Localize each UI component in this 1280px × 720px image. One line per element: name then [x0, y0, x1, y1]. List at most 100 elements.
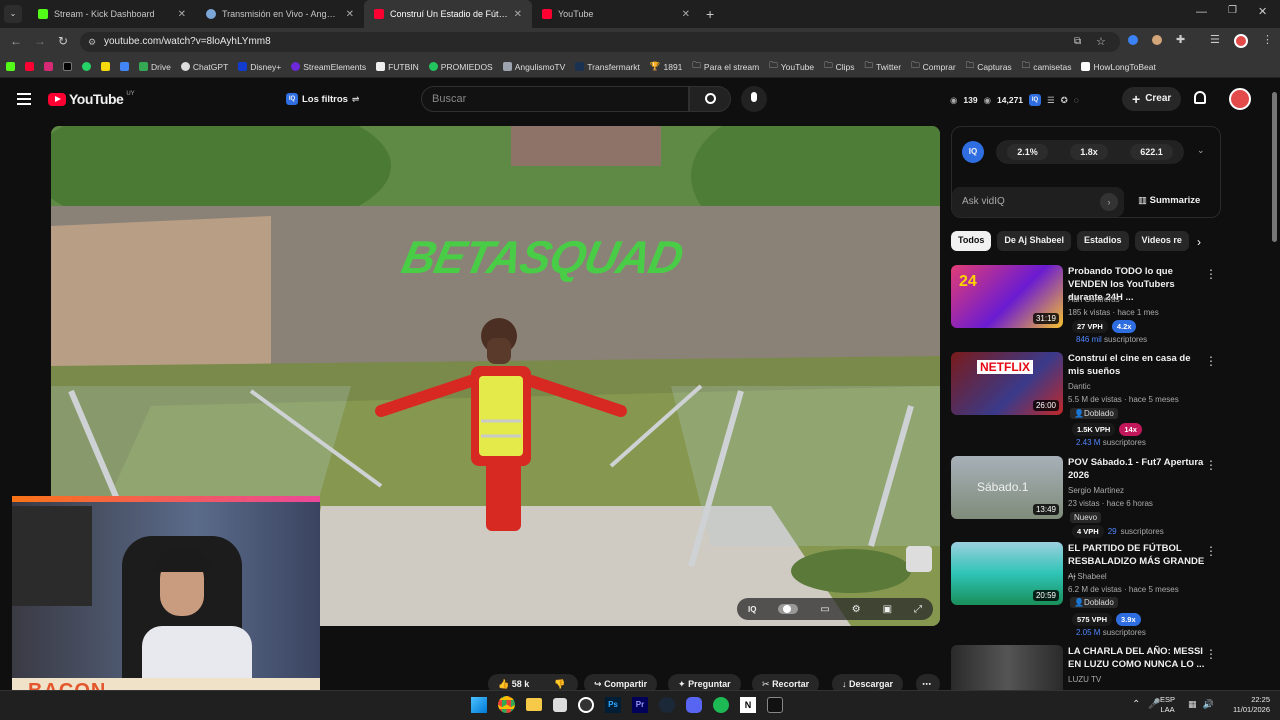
bookmark-disney[interactable]: Disney+ — [238, 62, 281, 72]
tab-search-button[interactable]: ⌄ — [4, 5, 22, 23]
video-thumbnail[interactable]: NETFLIX 26:00 — [951, 352, 1063, 415]
bookmark-youtube-icon[interactable] — [25, 62, 34, 71]
browser-tab-transmision[interactable]: Transmisión en Vivo - Angulismo ✕ — [196, 0, 364, 28]
search-button[interactable] — [689, 86, 731, 112]
close-icon[interactable]: ✕ — [346, 9, 354, 20]
vidiq-player-icon[interactable]: IQ — [748, 605, 756, 614]
menu-icon[interactable] — [17, 93, 31, 105]
summarize-button[interactable]: ▥ Summarize — [1138, 195, 1200, 206]
award-icon[interactable]: ✪ — [1061, 95, 1068, 106]
close-window-button[interactable]: ✕ — [1258, 5, 1267, 18]
list-item[interactable]: Sábado.1 13:49 POV Sábado.1 - Fut7 Apert… — [951, 456, 1221, 546]
channel-name[interactable]: Adri Contreras — [1068, 295, 1120, 304]
install-app-icon[interactable]: ⧉ — [1074, 32, 1081, 52]
voice-search-button[interactable] — [741, 86, 767, 112]
bookmark-instagram-icon[interactable] — [44, 62, 53, 71]
spotify-icon[interactable] — [713, 696, 729, 713]
chevron-down-icon[interactable]: ⌄ — [1197, 145, 1205, 156]
autoplay-toggle[interactable] — [778, 604, 799, 614]
page-scrollbar[interactable] — [1272, 92, 1277, 242]
ask-vidiq-input[interactable]: Ask vidIQ › — [952, 187, 1124, 217]
obs-icon[interactable] — [578, 696, 594, 713]
bookmark-whatsapp-icon[interactable] — [82, 62, 91, 71]
start-windows-icon[interactable] — [471, 696, 487, 713]
bookmark-folder-twitter[interactable]: 🗀 Twitter — [865, 60, 902, 74]
subtitles-icon[interactable]: ▭ — [820, 604, 829, 615]
filters-button[interactable]: IQ Los filtros ⇌ — [286, 89, 359, 109]
channel-name[interactable]: Sergio Martinez — [1068, 486, 1124, 495]
new-tab-button[interactable]: + — [700, 6, 720, 22]
bookmark-folder-youtube[interactable]: 🗀 YouTube — [769, 60, 814, 74]
vidiq-icon[interactable]: IQ — [1029, 94, 1042, 106]
bookmark-x-icon[interactable] — [63, 62, 72, 71]
browser-tab-youtube[interactable]: YouTube ✕ — [532, 0, 700, 28]
list-icon[interactable]: ☰ — [1047, 95, 1055, 106]
clock[interactable]: 22:25 11/01/2026 — [1224, 695, 1270, 715]
list-item[interactable]: NETFLIX 26:00 Construí el cine en casa d… — [951, 352, 1221, 447]
extension-icon-2[interactable] — [1152, 35, 1162, 45]
browser-tab-estadio[interactable]: Construí Un Estadio de Fútbol E ✕ — [364, 0, 532, 28]
bookmark-transfermarkt[interactable]: Transfermarkt — [575, 62, 640, 72]
bookmark-star-icon[interactable]: ☆ — [1096, 32, 1106, 52]
site-info-icon[interactable]: ⚙ — [88, 32, 96, 52]
browser-menu-icon[interactable]: ⋮ — [1262, 33, 1273, 46]
reload-icon[interactable]: ↻ — [58, 34, 68, 48]
bookmark-angulismotv[interactable]: AngulismoTV — [502, 62, 565, 72]
bookmark-folder-capturas[interactable]: 🗀 Capturas — [966, 60, 1012, 74]
browser-tab-kick[interactable]: Stream - Kick Dashboard ✕ — [28, 0, 196, 28]
bookmark-kick-icon[interactable] — [6, 62, 15, 71]
snipping-tool-icon[interactable] — [553, 697, 567, 712]
discord-icon[interactable] — [686, 696, 702, 713]
miniplayer-icon[interactable]: ▣ — [883, 604, 892, 615]
bookmark-notes-icon[interactable] — [101, 62, 110, 71]
video-title[interactable]: POV Sábado.1 - Fut7 Apertura 2026 — [1068, 456, 1206, 482]
youtube-logo[interactable]: YouTube UY — [48, 91, 135, 107]
list-item[interactable]: 24 31:19 Probando TODO lo que VENDEN los… — [951, 265, 1221, 355]
minimize-button[interactable]: — — [1196, 6, 1207, 18]
volume-icon[interactable]: 🔊 — [1203, 699, 1214, 710]
chip-videos-relacionados[interactable]: Videos re — [1134, 231, 1189, 251]
vidiq-logo-icon[interactable]: IQ — [962, 141, 984, 163]
capcut-icon[interactable] — [767, 696, 783, 713]
chip-de-aj-shabeel[interactable]: De Aj Shabeel — [997, 231, 1072, 251]
microphone-icon[interactable]: 🎤 — [1148, 699, 1160, 710]
chip-estadios[interactable]: Estadios — [1077, 231, 1129, 251]
channel-name[interactable]: Dantic — [1068, 382, 1091, 391]
notion-icon[interactable]: N — [740, 696, 756, 713]
bookmark-howlongtobeat[interactable]: HowLongToBeat — [1081, 62, 1156, 72]
channel-name[interactable]: Aj Shabeel — [1068, 572, 1107, 581]
chip-todos[interactable]: Todos — [951, 231, 992, 251]
list-item[interactable]: 20:59 EL PARTIDO DE FÚTBOL RESBALADIZO M… — [951, 542, 1221, 637]
maximize-button[interactable]: ❐ — [1228, 5, 1237, 16]
bookmark-chatgpt[interactable]: ChatGPT — [180, 62, 228, 72]
settings-gear-icon[interactable]: ⚙ — [852, 604, 861, 615]
file-explorer-icon[interactable] — [526, 698, 542, 711]
more-options-icon[interactable]: ⋮ — [1205, 267, 1217, 281]
video-title[interactable]: LA CHARLA DEL AÑO: MESSI EN LUZU COMO NU… — [1068, 645, 1206, 671]
video-thumbnail[interactable]: Sábado.1 13:49 — [951, 456, 1063, 519]
more-options-icon[interactable]: ⋮ — [1205, 354, 1217, 368]
chrome-icon[interactable] — [498, 696, 515, 713]
network-icon[interactable]: ▦ — [1188, 699, 1197, 710]
create-button[interactable]: + Crear — [1122, 87, 1182, 111]
bookmark-folder-stream[interactable]: 🗀 Para el stream — [692, 60, 759, 74]
account-avatar[interactable] — [1229, 88, 1251, 110]
close-icon[interactable]: ✕ — [682, 9, 690, 20]
more-options-icon[interactable]: ⋮ — [1205, 544, 1217, 558]
bookmark-futbin[interactable]: FUTBIN — [376, 62, 419, 72]
tab-groups-icon[interactable]: ☰ — [1210, 33, 1220, 46]
more-options-icon[interactable]: ⋮ — [1205, 647, 1217, 661]
list-item[interactable]: LA CHARLA DEL AÑO: MESSI EN LUZU COMO NU… — [951, 645, 1221, 690]
video-thumbnail[interactable] — [951, 645, 1063, 690]
steam-icon[interactable] — [659, 696, 675, 713]
close-icon[interactable]: ✕ — [178, 9, 186, 20]
bookmark-1891[interactable]: 🏆 1891 — [650, 61, 683, 72]
bookmark-drive[interactable]: Drive — [139, 62, 171, 72]
fullscreen-icon[interactable]: ⤢ — [914, 604, 922, 615]
address-bar[interactable]: ⚙ youtube.com/watch?v=8loAyhLYmm8 ⧉ ☆ — [80, 32, 1120, 52]
premiere-icon[interactable]: Pr — [632, 696, 648, 713]
search-input[interactable]: Buscar — [421, 86, 689, 112]
video-thumbnail[interactable]: 24 31:19 — [951, 265, 1063, 328]
video-thumbnail[interactable]: 20:59 — [951, 542, 1063, 605]
channel-name[interactable]: LUZU TV — [1068, 675, 1101, 684]
